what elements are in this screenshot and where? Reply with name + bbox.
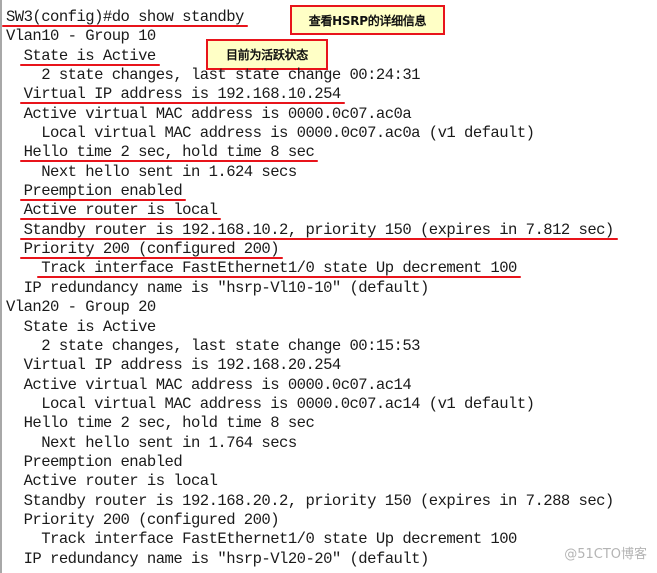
terminal-line-text: Active router is local [6, 201, 218, 220]
terminal-line: Local virtual MAC address is 0000.0c07.a… [6, 395, 614, 414]
terminal-line-text: Local virtual MAC address is 0000.0c07.a… [6, 124, 535, 143]
callout-view-hsrp-details: 查看HSRP的详细信息 [290, 5, 445, 35]
terminal-line-text: Vlan20 - Group 20 [6, 298, 156, 317]
terminal-line: Virtual IP address is 192.168.10.254 [6, 85, 614, 105]
terminal-line: Active router is local [6, 472, 614, 491]
terminal-line: Priority 200 (configured 200) [6, 240, 614, 260]
red-underline-annotation [19, 257, 284, 260]
terminal-line: Hello time 2 sec, hold time 8 sec [6, 143, 614, 163]
terminal-line-text: Virtual IP address is 192.168.10.254 [6, 85, 342, 104]
terminal-line: Preemption enabled [6, 182, 614, 202]
terminal-line: 2 state changes, last state change 00:15… [6, 337, 614, 356]
terminal-line-text: IP redundancy name is "hsrp-Vl10-10" (de… [6, 278, 430, 297]
red-underline-annotation [19, 199, 187, 202]
terminal-line-text: 2 state changes, last state change 00:24… [6, 66, 420, 85]
terminal-line-text: Vlan10 - Group 10 [6, 27, 156, 46]
terminal-line: Virtual IP address is 192.168.20.254 [6, 356, 614, 375]
terminal-line: Preemption enabled [6, 453, 614, 472]
terminal-line-text: Local virtual MAC address is 0000.0c07.a… [6, 394, 535, 413]
terminal-line: Standby router is 192.168.10.2, priority… [6, 220, 618, 240]
terminal-line: Track interface FastEthernet1/0 state Up… [6, 530, 614, 549]
screenshot-frame: SW3(config)#do show standby Vlan10 - Grou… [0, 0, 657, 573]
terminal-line-text: IP redundancy name is "hsrp-Vl20-20" (de… [6, 549, 430, 568]
terminal-line: Local virtual MAC address is 0000.0c07.a… [6, 124, 614, 143]
terminal-line-text: Priority 200 (configured 200) [6, 510, 280, 529]
terminal-line-text: Active virtual MAC address is 0000.0c07.… [6, 104, 412, 123]
terminal-line-text: Track interface FastEthernet1/0 state Up… [6, 530, 517, 549]
terminal-line-text: Next hello sent in 1.624 secs [6, 162, 297, 181]
terminal-line-text: Active router is local [6, 472, 218, 491]
terminal-line-text: State is Active [6, 46, 157, 65]
terminal-line-text: Hello time 2 sec, hold time 8 sec [6, 143, 315, 162]
terminal-line-text: Virtual IP address is 192.168.20.254 [6, 356, 342, 375]
terminal-output: SW3(config)#do show standby Vlan10 - Grou… [2, 8, 618, 569]
terminal-line: Next hello sent in 1.764 secs [6, 434, 614, 453]
callout-text: 目前为活跃状态 [226, 48, 308, 62]
terminal-line: Next hello sent in 1.624 secs [6, 163, 614, 182]
terminal-line: Track interface FastEthernet1/0 state Up… [6, 259, 614, 279]
terminal-line: State is Active [6, 318, 614, 337]
terminal-line: Vlan20 - Group 20 [6, 298, 614, 317]
terminal-line-text: 2 state changes, last state change 00:15… [6, 336, 420, 355]
terminal-line-text: Standby router is 192.168.10.2, priority… [6, 220, 615, 239]
terminal-line-text: Preemption enabled [6, 452, 183, 471]
red-underline-annotation [19, 63, 160, 66]
terminal-line-text: State is Active [6, 317, 157, 336]
red-underline-annotation [19, 237, 618, 240]
terminal-line: Priority 200 (configured 200) [6, 511, 614, 530]
terminal-line: Active router is local [6, 201, 614, 221]
terminal-line-text: Hello time 2 sec, hold time 8 sec [6, 414, 315, 433]
terminal-line-text: Priority 200 (configured 200) [6, 240, 280, 259]
callout-text: 查看HSRP的详细信息 [308, 13, 427, 28]
terminal-line: 2 state changes, last state change 00:24… [6, 66, 614, 85]
terminal-line: Hello time 2 sec, hold time 8 sec [6, 414, 614, 433]
terminal-line-text: SW3(config)#do show standby [6, 8, 244, 26]
terminal-line-text: Next hello sent in 1.764 secs [6, 433, 297, 452]
watermark: @51CTO博客 [564, 547, 647, 562]
terminal-line-text: Standby router is 192.168.20.2, priority… [6, 491, 615, 510]
red-underline-annotation [2, 25, 248, 27]
terminal-line: Active virtual MAC address is 0000.0c07.… [6, 105, 614, 124]
terminal-line-text: Preemption enabled [6, 182, 183, 201]
terminal-line: IP redundancy name is "hsrp-Vl10-10" (de… [6, 279, 614, 298]
terminal-line: Active virtual MAC address is 0000.0c07.… [6, 376, 614, 395]
terminal-line: IP redundancy name is "hsrp-Vl20-20" (de… [6, 550, 614, 569]
terminal-line-text: Track interface FastEthernet1/0 state Up… [6, 259, 517, 278]
terminal-line-text: Active virtual MAC address is 0000.0c07.… [6, 375, 412, 394]
terminal-line: Standby router is 192.168.20.2, priority… [6, 491, 615, 511]
